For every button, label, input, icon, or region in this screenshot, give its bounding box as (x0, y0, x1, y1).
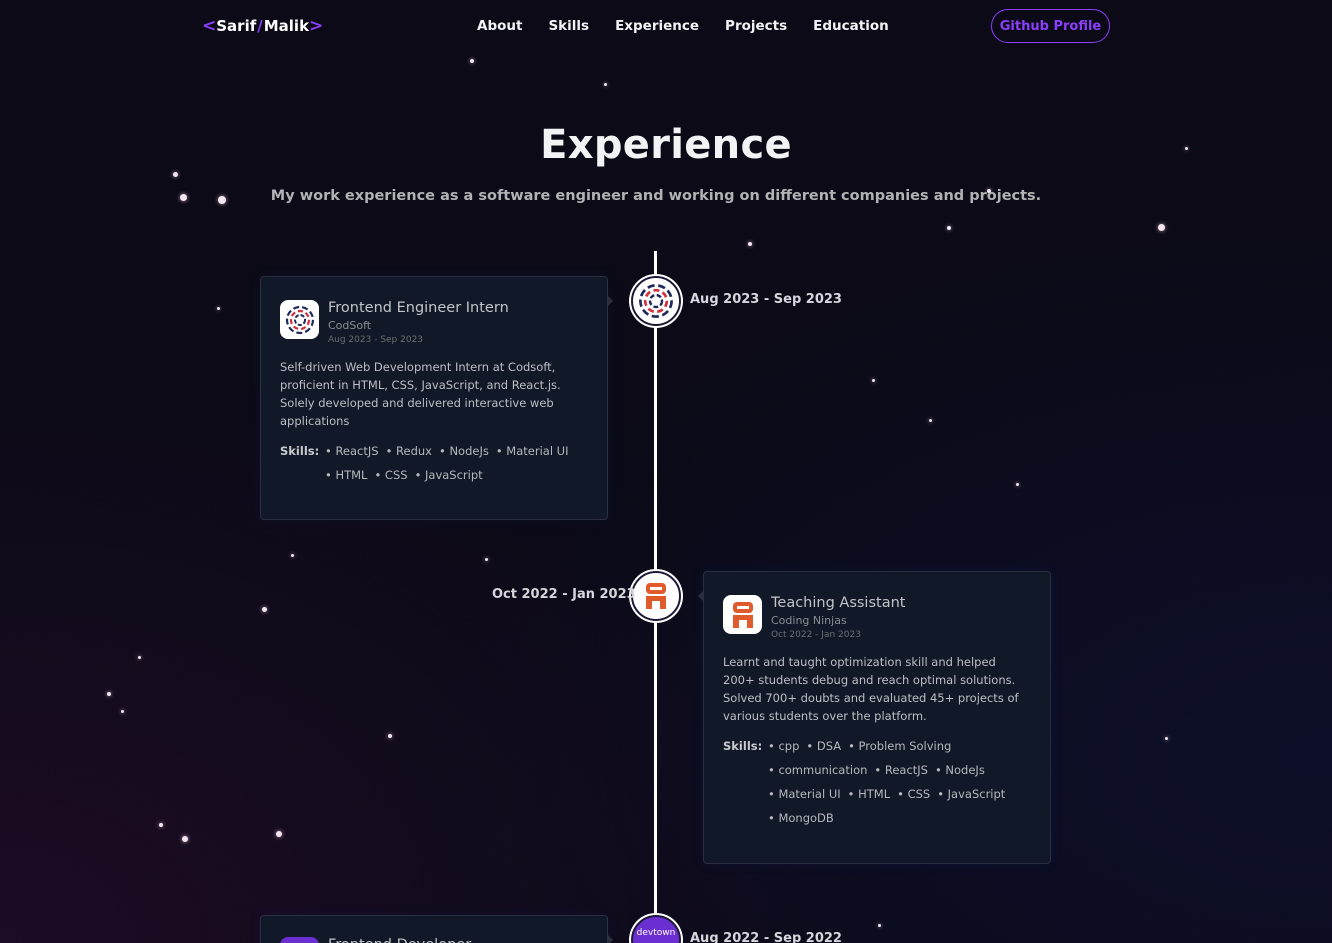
skill-tag: Material UI (768, 782, 840, 806)
codsoft-logo-icon (639, 284, 673, 318)
coding-ninjas-logo-icon (723, 595, 762, 634)
skill-tag: cpp (768, 734, 799, 758)
skill-tag: Problem Solving (848, 734, 952, 758)
skill-tag: communication (768, 758, 867, 782)
experience-card-coding-ninjas: Teaching Assistant Coding Ninjas Oct 202… (703, 571, 1051, 864)
devtown-logo-icon (280, 937, 319, 943)
skills-row: Skills: ReactJS Redux NodeJs Material UI… (280, 439, 588, 487)
logo-first-name: Sarif (216, 17, 257, 35)
logo-slash: / (257, 17, 263, 35)
card-pointer-arrow (608, 296, 613, 306)
experience-role: Frontend Engineer Intern (328, 300, 509, 316)
section-title: Experience (540, 122, 792, 168)
skills-row: Skills: cpp DSA Problem Solving communic… (723, 734, 1031, 830)
coding-ninjas-logo-icon (646, 583, 666, 609)
nav-link-projects[interactable]: Projects (725, 18, 787, 34)
skill-tag: ReactJS (325, 439, 378, 463)
experience-dates: Aug 2023 - Sep 2023 (328, 335, 424, 345)
timeline-dot-codsoft (631, 276, 681, 326)
skills-list: ReactJS Redux NodeJs Material UI HTML CS… (325, 439, 588, 487)
nav-link-education[interactable]: Education (813, 18, 889, 34)
devtown-logo-text: devtown (636, 928, 676, 938)
skills-label: Skills: (723, 739, 763, 753)
skills-list: cpp DSA Problem Solving communication Re… (768, 734, 1031, 830)
skill-tag: HTML (325, 463, 367, 487)
skill-tag: CSS (897, 782, 931, 806)
skill-tag: JavaScript (937, 782, 1006, 806)
skill-tag: NodeJs (935, 758, 984, 782)
experience-card-devtown: Frontend Developer (260, 915, 608, 943)
logo-left-bracket: < (202, 16, 217, 36)
logo-last-name: Malik (263, 17, 310, 35)
experience-card-codsoft: Frontend Engineer Intern CodSoft Aug 202… (260, 276, 608, 520)
experience-company: Coding Ninjas (771, 614, 847, 627)
skill-tag: DSA (806, 734, 841, 758)
skill-tag: Material UI (496, 439, 568, 463)
skill-tag: JavaScript (415, 463, 483, 487)
nav-link-about[interactable]: About (477, 18, 522, 34)
site-logo[interactable]: < Sarif / Malik > (202, 16, 323, 36)
section-subtitle: My work experience as a software enginee… (270, 188, 1042, 204)
card-pointer-arrow (608, 935, 613, 943)
timeline-dot-coding-ninjas (631, 571, 681, 621)
card-pointer-arrow (698, 591, 703, 601)
skills-label: Skills: (280, 444, 320, 458)
timeline-dot-devtown: devtown (631, 915, 681, 943)
skill-tag: MongoDB (768, 806, 833, 830)
top-navbar: < Sarif / Malik > About Skills Experienc… (0, 0, 1332, 54)
experience-description: Learnt and taught optimization skill and… (723, 655, 1019, 723)
experience-company: CodSoft (328, 319, 372, 332)
skill-tag: CSS (374, 463, 408, 487)
github-profile-button[interactable]: Github Profile (991, 9, 1110, 43)
skill-tag: ReactJS (874, 758, 928, 782)
experience-dates: Oct 2022 - Jan 2023 (771, 630, 861, 640)
skill-tag: Redux (386, 439, 432, 463)
logo-right-bracket: > (309, 16, 324, 36)
nav-links: About Skills Experience Projects Educati… (477, 18, 915, 34)
nav-link-experience[interactable]: Experience (615, 18, 699, 34)
skill-tag: NodeJs (439, 439, 488, 463)
skill-tag: HTML (848, 782, 890, 806)
timeline-date: Oct 2022 - Jan 2023 (492, 587, 636, 602)
experience-description: Self-driven Web Development Intern at Co… (280, 360, 561, 428)
experience-role: Frontend Developer (328, 936, 471, 943)
timeline-date: Aug 2023 - Sep 2023 (690, 292, 842, 307)
codsoft-logo-icon (280, 300, 319, 339)
experience-role: Teaching Assistant (771, 595, 906, 611)
nav-link-skills[interactable]: Skills (548, 18, 589, 34)
timeline-date: Aug 2022 - Sep 2022 (690, 931, 842, 943)
